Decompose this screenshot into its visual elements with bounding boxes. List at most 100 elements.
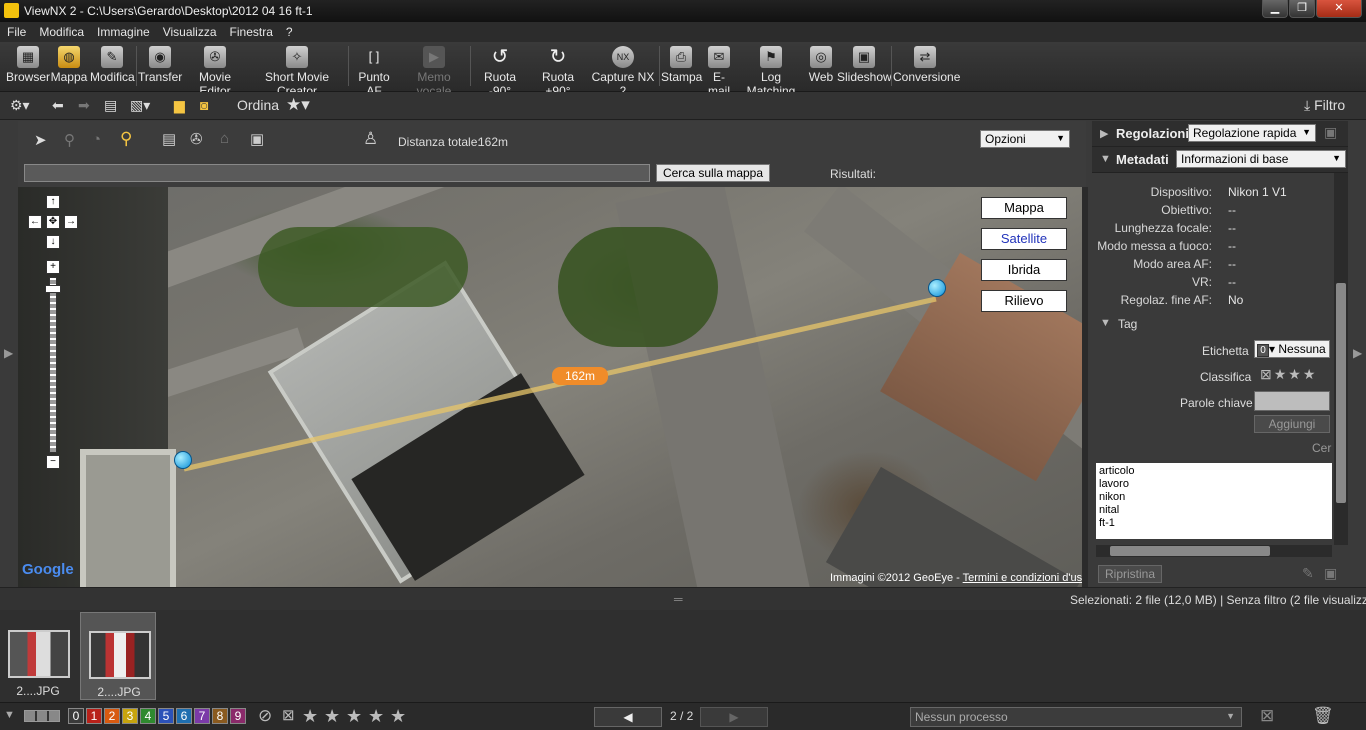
maximize-button[interactable]: ❐ <box>1289 0 1315 18</box>
map-type-satellite[interactable]: Satellite <box>981 228 1067 250</box>
metadati-header[interactable]: ▼ Metadati Informazioni di base ▼ <box>1092 147 1348 173</box>
zoom-out-button[interactable]: − <box>46 455 60 469</box>
previous-page-button[interactable]: ◀ <box>594 707 662 727</box>
zoom-in-button[interactable]: + <box>46 260 60 274</box>
pan-right-button[interactable]: → <box>64 215 78 229</box>
mappa-button[interactable]: ◍ Mappa <box>50 46 88 84</box>
label-filter-2[interactable]: 2 <box>104 708 120 724</box>
metadati-dropdown[interactable]: Informazioni di base ▼ <box>1176 150 1346 168</box>
splitter-handle-icon[interactable]: ═ <box>674 592 683 606</box>
camera-folder-icon[interactable]: ◙ <box>200 97 208 113</box>
regolazioni-header[interactable]: ▶ Regolazioni Regolazione rapida ▼ ▣ <box>1092 121 1348 147</box>
star-icon[interactable]: ★ <box>390 706 406 727</box>
pin-tool-icon[interactable]: ⚲ <box>64 131 75 149</box>
email-button[interactable]: ✉ E-mail <box>703 46 735 98</box>
zoom-slider-handle[interactable] <box>45 285 61 293</box>
browser-button[interactable]: ▦ Browser <box>6 46 50 84</box>
star-icon[interactable]: ★ <box>302 706 318 727</box>
ripristina-button[interactable]: Ripristina <box>1098 565 1162 583</box>
regolazioni-dropdown[interactable]: Regolazione rapida ▼ <box>1188 124 1316 142</box>
copy-settings-icon[interactable]: ✎ <box>1302 565 1314 582</box>
cerca-button-partial[interactable]: Cer <box>1312 441 1331 455</box>
scroll-thumb[interactable] <box>1110 546 1270 556</box>
movie-editor-button[interactable]: ✇ Movie Editor <box>183 46 247 98</box>
label-filter-6[interactable]: 6 <box>176 708 192 724</box>
list-item[interactable]: nikon <box>1099 491 1332 504</box>
star-icon[interactable]: ★ <box>324 706 340 727</box>
options-dropdown[interactable]: Opzioni ▼ <box>980 130 1070 148</box>
track-log-icon[interactable]: ▤ <box>162 130 176 148</box>
collapse-right-icon[interactable]: ▶ <box>1353 346 1362 360</box>
stampa-button[interactable]: ⎙ Stampa <box>661 46 702 84</box>
map-type-ibrida[interactable]: Ibrida <box>981 259 1067 281</box>
satellite-map[interactable]: 162m Mappa Satellite Ibrida Rilievo ↑ ← … <box>18 187 1082 587</box>
pan-up-button[interactable]: ↑ <box>46 195 60 209</box>
folder-menu-icon[interactable]: ▧▾ <box>130 97 150 114</box>
map-scrollbar[interactable] <box>1082 187 1088 587</box>
terms-link[interactable]: Termini e condizioni d'uso <box>963 572 1082 584</box>
compass-icon[interactable]: ◔ <box>92 131 101 148</box>
zoom-slider-track[interactable] <box>49 277 57 453</box>
label-filter-3[interactable]: 3 <box>122 708 138 724</box>
web-button[interactable]: ◎ Web <box>807 46 835 84</box>
menu-help[interactable]: ? <box>279 22 299 39</box>
map-type-mappa[interactable]: Mappa <box>981 197 1067 219</box>
collapse-left-icon[interactable]: ▶ <box>4 346 13 360</box>
back-arrow-icon[interactable]: ⬅ <box>52 97 64 114</box>
keywords-h-scrollbar[interactable] <box>1096 545 1332 557</box>
label-filter-7[interactable]: 7 <box>194 708 210 724</box>
folder-open-icon[interactable]: ▆ <box>174 97 185 114</box>
transfer-button[interactable]: ◉ Transfer <box>138 46 182 84</box>
label-filter-5[interactable]: 5 <box>158 708 174 724</box>
label-filter-9[interactable]: 9 <box>230 708 246 724</box>
forward-arrow-icon[interactable]: ➡ <box>78 97 90 114</box>
end-pin-icon[interactable] <box>928 279 946 297</box>
route-pin-icon[interactable]: ⚲ <box>120 129 132 149</box>
label-filter-1[interactable]: 1 <box>86 708 102 724</box>
list-item[interactable]: articolo <box>1099 465 1332 478</box>
no-label-icon[interactable]: ⊘ <box>258 706 272 726</box>
star-icon[interactable]: ★ <box>368 706 384 727</box>
memo-vocale-button[interactable]: ▶ Memo vocale <box>400 46 468 98</box>
punto-af-button[interactable]: [ ] Punto AF <box>350 46 398 98</box>
slideshow-button[interactable]: ▣ Slideshow <box>837 46 892 84</box>
rating-stars[interactable]: ⊠★★★ <box>1260 366 1317 383</box>
etichetta-dropdown[interactable]: 0 ▾ Nessuna <box>1254 340 1330 358</box>
metadata-v-scrollbar[interactable] <box>1334 173 1348 545</box>
modifica-button[interactable]: ✎ Modifica <box>90 46 135 84</box>
folder-up-icon[interactable]: ▤ <box>104 97 117 114</box>
reject-rating-icon[interactable]: ⊠ <box>282 706 295 724</box>
menu-visualizza[interactable]: Visualizza <box>156 22 223 39</box>
conversione-button[interactable]: ⇄ Conversione <box>893 46 960 84</box>
capture-nx2-button[interactable]: NX Capture NX 2 <box>589 46 657 98</box>
thumbnail-size-icon[interactable] <box>24 710 60 722</box>
adjust-icon[interactable]: ▣ <box>1324 124 1337 141</box>
scroll-thumb[interactable] <box>1336 283 1346 503</box>
keywords-list[interactable]: articolo lavoro nikon nital ft-1 <box>1096 463 1332 539</box>
pan-center-button[interactable]: ✥ <box>46 215 60 229</box>
label-filter-8[interactable]: 8 <box>212 708 228 724</box>
keywords-input[interactable] <box>1254 391 1330 411</box>
menu-modifica[interactable]: Modifica <box>32 22 90 39</box>
short-movie-creator-button[interactable]: ✧ Short Movie Creator <box>248 46 346 98</box>
list-item[interactable]: ft-1 <box>1099 517 1332 530</box>
cancel-process-icon[interactable]: ⊠ <box>1260 706 1274 726</box>
rotate-left-button[interactable]: ↺ Ruota -90° <box>472 46 528 98</box>
filter-button[interactable]: ⤓ Filtro <box>1304 97 1345 114</box>
save-icon[interactable]: ▣ <box>1324 565 1337 582</box>
label-filter-4[interactable]: 4 <box>140 708 156 724</box>
minimize-button[interactable]: ▁ <box>1262 0 1288 18</box>
pan-down-button[interactable]: ↓ <box>46 235 60 249</box>
label-filter-0[interactable]: 0 <box>68 708 84 724</box>
thumbnail-item-selected[interactable]: 2....JPG <box>80 612 156 700</box>
rotate-right-button[interactable]: ↻ Ruota +90° <box>529 46 587 98</box>
list-item[interactable]: nital <box>1099 504 1332 517</box>
ordina-label[interactable]: Ordina <box>237 97 279 113</box>
trash-icon[interactable]: 🗑 <box>1312 706 1334 726</box>
start-pin-icon[interactable] <box>174 451 192 469</box>
wrench-icon[interactable]: ✇ <box>190 130 203 148</box>
aggiungi-button[interactable]: Aggiungi <box>1254 415 1330 433</box>
next-page-button[interactable]: ▶ <box>700 707 768 727</box>
menu-finestra[interactable]: Finestra <box>223 22 279 39</box>
pan-left-button[interactable]: ← <box>28 215 42 229</box>
